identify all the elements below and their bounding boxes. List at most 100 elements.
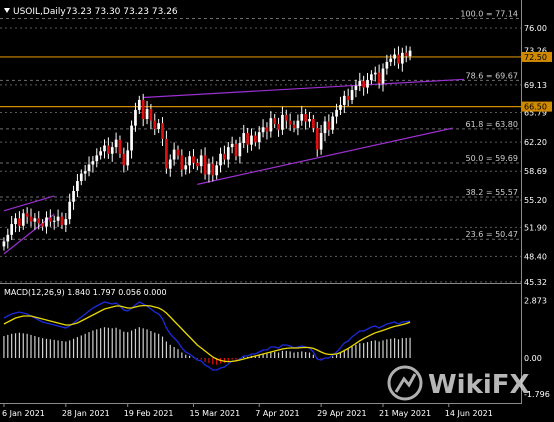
price-label: 72.50 bbox=[524, 53, 547, 62]
candle-bear bbox=[292, 124, 296, 129]
candle-bull bbox=[64, 219, 68, 225]
candle-bull bbox=[145, 109, 149, 120]
candle-bull bbox=[188, 156, 191, 166]
candle-bear bbox=[141, 99, 145, 120]
candle-bull bbox=[114, 139, 118, 148]
candle-bull bbox=[33, 218, 37, 222]
candle-bear bbox=[29, 216, 33, 222]
candle-bear bbox=[161, 123, 164, 139]
candle-bull bbox=[226, 147, 230, 160]
candle-bull bbox=[68, 201, 72, 220]
candle-bear bbox=[377, 72, 381, 84]
macd-tick-label: 2.873 bbox=[524, 297, 547, 306]
price-tick-label: 51.90 bbox=[524, 223, 547, 232]
candle-bear bbox=[223, 153, 226, 160]
candle-bull bbox=[172, 149, 176, 160]
watermark-text: WikiFX bbox=[428, 370, 530, 400]
candle-bull bbox=[350, 90, 354, 100]
price-tick-label: 76.00 bbox=[524, 24, 547, 33]
candle-bull bbox=[296, 120, 300, 129]
time-tick-label: 7 Apr 2021 bbox=[255, 409, 299, 418]
candle-bear bbox=[362, 80, 366, 88]
candle-bull bbox=[168, 159, 172, 169]
candle-bull bbox=[83, 171, 87, 174]
candle-bear bbox=[18, 218, 21, 226]
candle-bear bbox=[234, 143, 238, 157]
candle-bull bbox=[366, 80, 369, 88]
candle-bull bbox=[230, 143, 234, 148]
candle-bull bbox=[323, 121, 327, 134]
fib-label: 100.0 = 77.14 bbox=[460, 10, 518, 19]
candle-bull bbox=[385, 61, 389, 69]
time-tick-label: 28 Jan 2021 bbox=[62, 409, 110, 418]
candle-bear bbox=[192, 156, 195, 163]
price-tick-label: 55.20 bbox=[524, 196, 547, 205]
candle-bear bbox=[25, 213, 29, 217]
candle-bull bbox=[2, 241, 6, 247]
time-tick-label: 21 May 2021 bbox=[379, 409, 431, 418]
price-chart: 100.0 = 77.14 78.6 = 69.67 61.8 = 63.80 50.… bbox=[0, 0, 554, 422]
candle-bull bbox=[79, 173, 83, 182]
candle-bull bbox=[339, 104, 342, 110]
candle-bull bbox=[110, 147, 114, 154]
symbol-label: USOIL,Daily bbox=[13, 7, 66, 17]
fib-label: 23.6 = 50.47 bbox=[465, 230, 518, 239]
macd-label: MACD(12,26,9) 1.840 1.797 0.056 0.000 bbox=[4, 288, 167, 297]
candle-bull bbox=[56, 216, 60, 221]
candle-bull bbox=[331, 116, 335, 130]
candle-bull bbox=[342, 95, 346, 105]
fib-label: 38.2 = 55.57 bbox=[465, 188, 518, 197]
candle-bear bbox=[327, 121, 331, 130]
candle-bull bbox=[126, 150, 130, 166]
candle-bear bbox=[107, 145, 110, 154]
candle-bear bbox=[404, 52, 408, 57]
macd-tick-label: 0.00 bbox=[524, 354, 542, 363]
candle-bull bbox=[103, 145, 106, 152]
candle-bull bbox=[319, 133, 323, 150]
candle-bull bbox=[72, 190, 75, 202]
candle-bull bbox=[99, 151, 102, 156]
candle-bear bbox=[346, 95, 350, 100]
candle-bear bbox=[253, 135, 257, 143]
candle-bull bbox=[261, 127, 265, 133]
time-tick-label: 6 Jan 2021 bbox=[2, 409, 45, 418]
candle-bull bbox=[134, 109, 137, 126]
candle-bear bbox=[203, 155, 207, 175]
candle-bear bbox=[165, 138, 168, 169]
candle-bull bbox=[358, 80, 362, 86]
candle-bull bbox=[76, 181, 79, 191]
candle-bull bbox=[45, 217, 48, 227]
candle-bull bbox=[400, 52, 404, 64]
ohlc-values: 73.23 73.30 73.23 73.26 bbox=[66, 7, 178, 17]
candle-bull bbox=[14, 218, 17, 225]
candle-bear bbox=[273, 118, 277, 124]
time-tick-label: 29 Apr 2021 bbox=[317, 409, 366, 418]
candle-bull bbox=[373, 72, 377, 75]
candle-bull bbox=[10, 224, 14, 235]
candle-bull bbox=[137, 99, 141, 110]
candle-bull bbox=[281, 114, 284, 130]
candle-bull bbox=[242, 133, 246, 143]
candle-bull bbox=[370, 74, 373, 81]
candle-bull bbox=[269, 118, 273, 132]
candle-bull bbox=[238, 143, 242, 157]
candle-bull bbox=[6, 234, 10, 242]
candle-bear bbox=[48, 217, 52, 222]
candle-bear bbox=[60, 216, 64, 225]
candle-bull bbox=[250, 135, 253, 145]
candle-bear bbox=[37, 218, 41, 224]
candle-bear bbox=[176, 149, 180, 156]
candle-bear bbox=[246, 133, 249, 145]
candle-bear bbox=[265, 127, 269, 132]
candle-bear bbox=[288, 120, 292, 125]
time-tick-label: 15 Mar 2021 bbox=[189, 409, 240, 418]
fib-label: 78.6 = 69.67 bbox=[465, 71, 518, 80]
candle-bull bbox=[91, 161, 95, 165]
price-label: 66.50 bbox=[524, 103, 547, 112]
time-tick-label: 19 Feb 2021 bbox=[124, 409, 174, 418]
chart-background bbox=[0, 0, 554, 422]
time-tick-label: 14 Jun 2021 bbox=[445, 409, 493, 418]
candle-bull bbox=[381, 68, 385, 84]
candle-bull bbox=[408, 50, 412, 57]
candle-bull bbox=[257, 132, 261, 143]
